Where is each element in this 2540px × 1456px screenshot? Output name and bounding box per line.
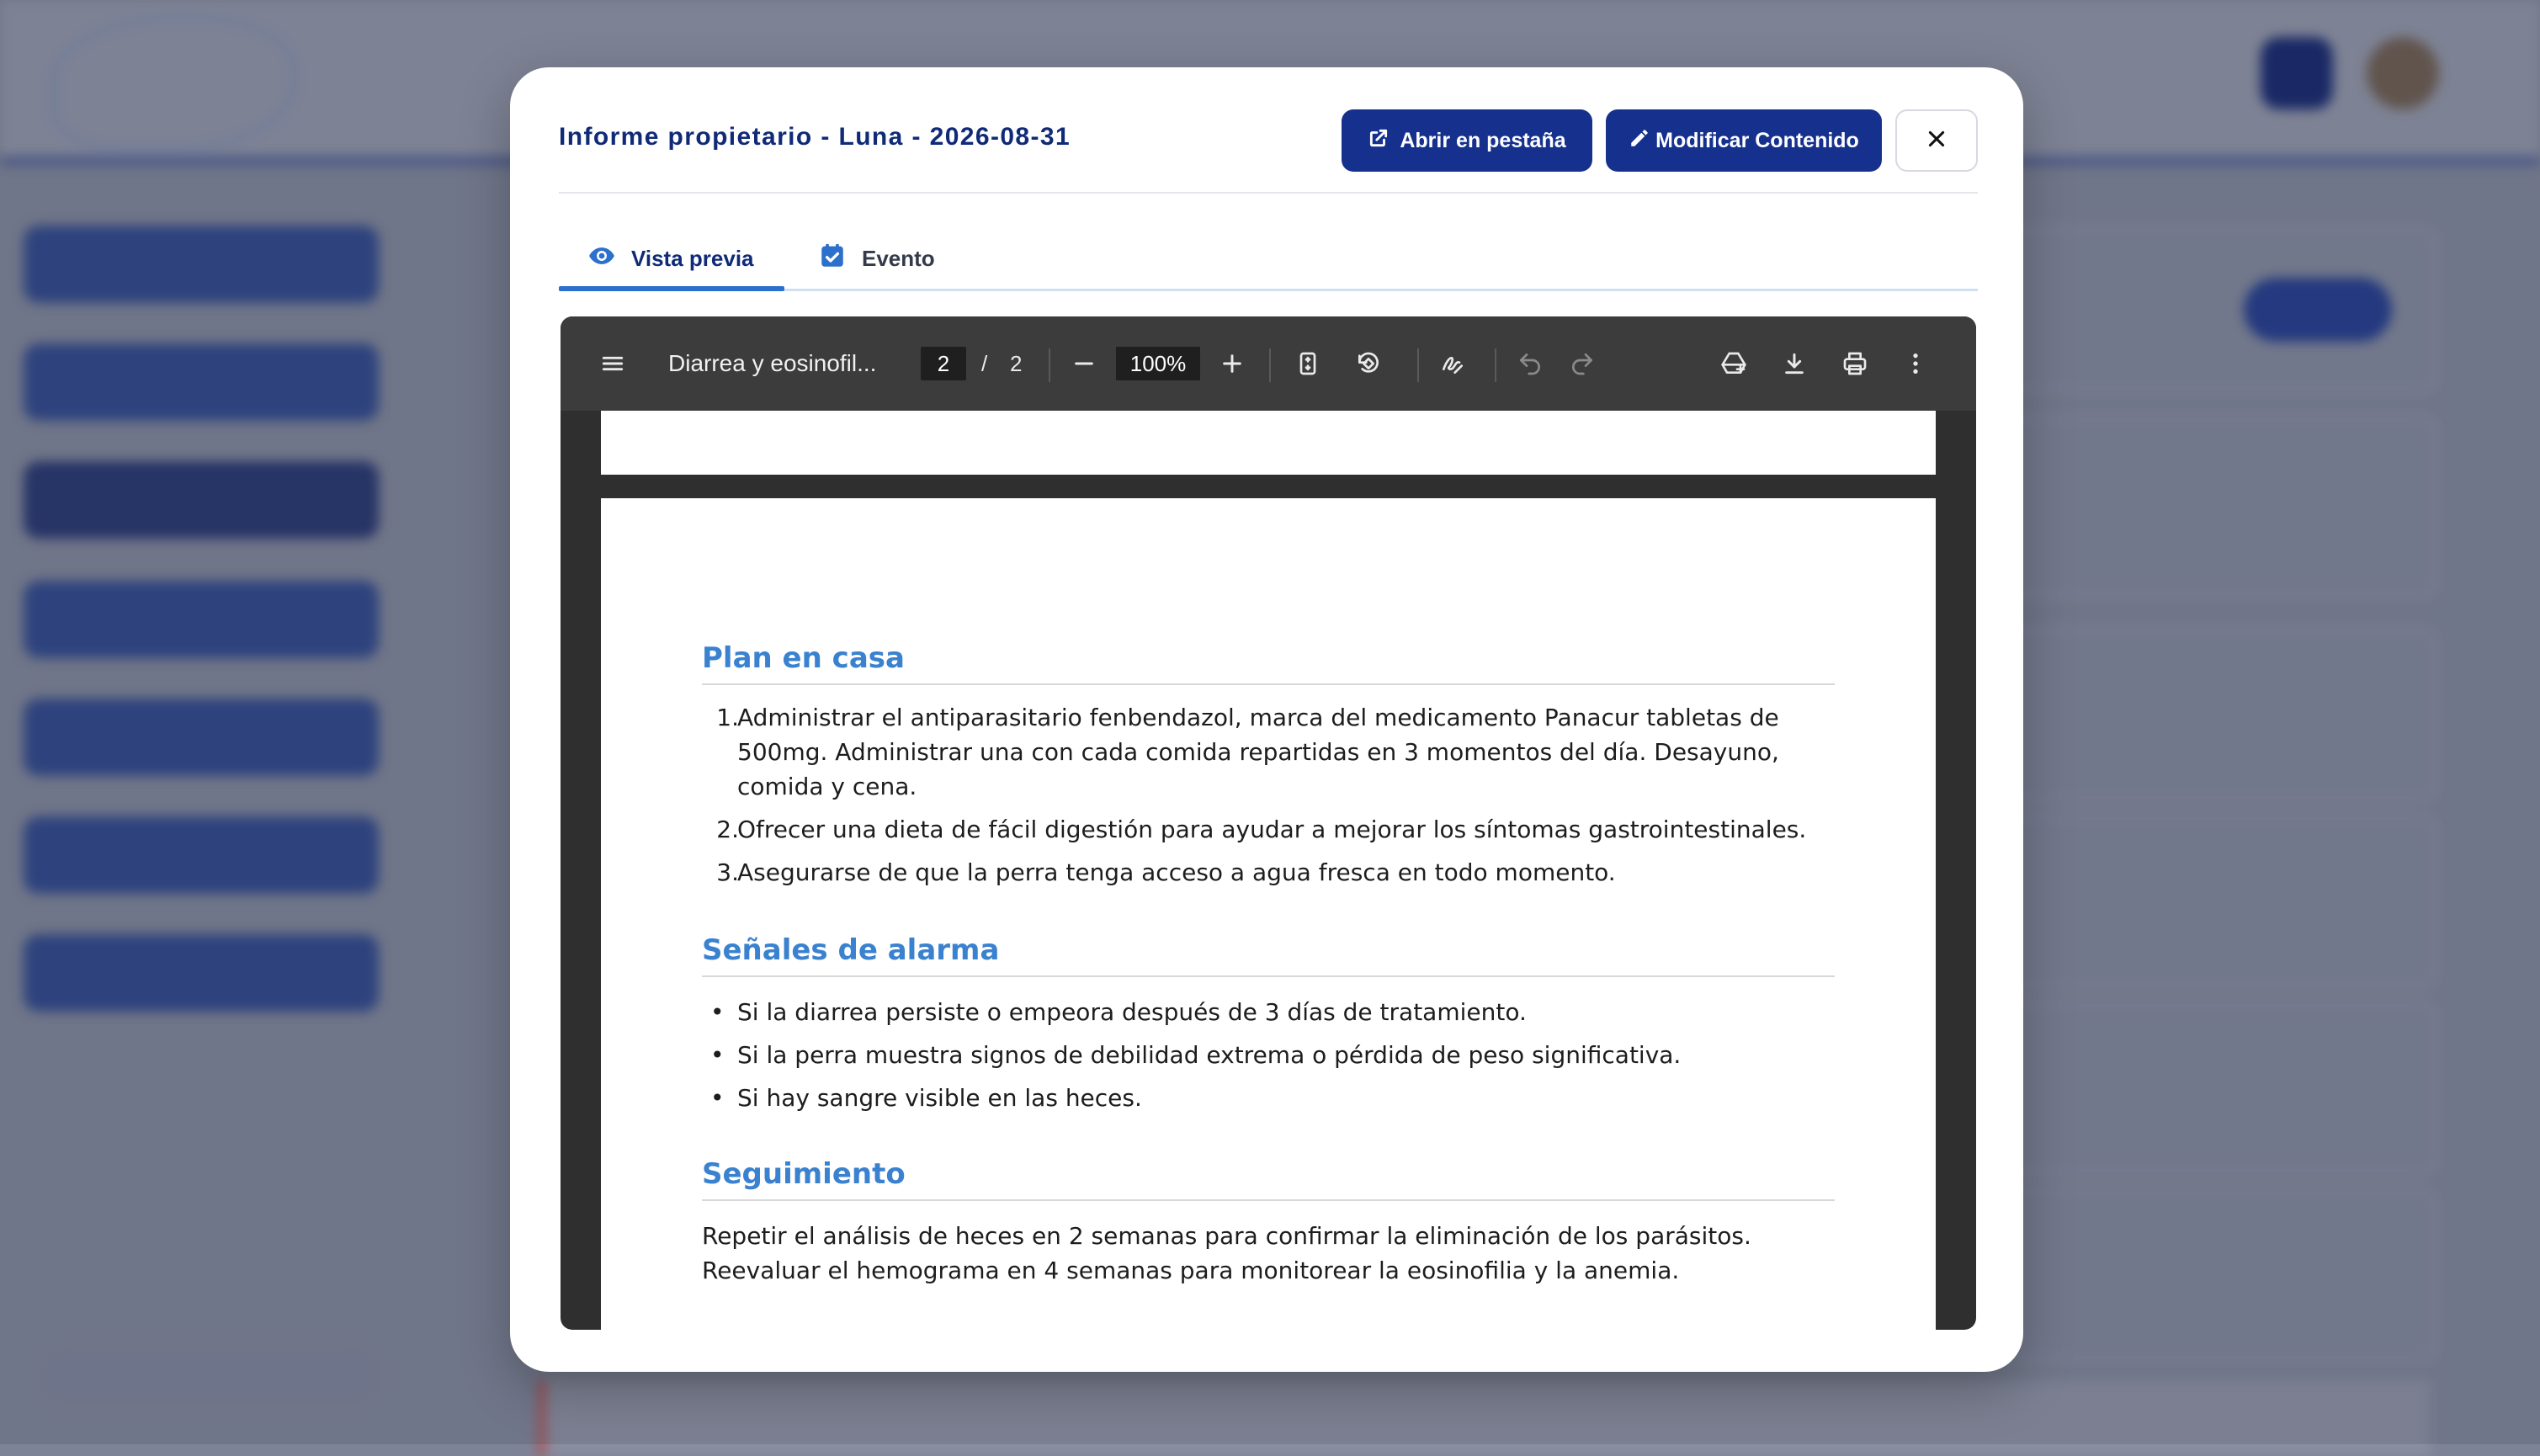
toolbar-separator bbox=[1269, 348, 1271, 382]
save-to-drive-icon[interactable] bbox=[1720, 345, 1747, 382]
toolbar-separator bbox=[1049, 348, 1050, 382]
alarm-item: Si hay sangre visible en las heces. bbox=[737, 1084, 1142, 1112]
toolbar-separator bbox=[1495, 348, 1496, 382]
followup-text: Reevaluar el hemograma en 4 semanas para… bbox=[702, 1257, 1680, 1284]
bullet: • bbox=[710, 1041, 725, 1069]
download-icon[interactable] bbox=[1781, 345, 1808, 382]
annotate-icon[interactable] bbox=[1439, 345, 1466, 382]
active-tab-indicator bbox=[559, 286, 784, 291]
alarm-item: Si la perra muestra signos de debilidad … bbox=[737, 1041, 1682, 1069]
plan-item-text: Ofrecer una dieta de fácil digestión par… bbox=[737, 816, 1807, 843]
plan-item-text: Administrar el antiparasitario fenbendaz… bbox=[737, 704, 1779, 731]
modal-title: Informe propietario - Luna - 2026-08-31 bbox=[559, 123, 1071, 151]
close-button[interactable] bbox=[1895, 109, 1978, 172]
zoom-input[interactable]: 100% bbox=[1116, 345, 1200, 382]
pdf-toolbar: Diarrea y eosinofil... 2 / 2 100% bbox=[561, 316, 1976, 411]
plan-item-number: 2. bbox=[716, 816, 739, 843]
tab-vista-previa-label: Vista previa bbox=[631, 245, 754, 271]
redo-icon[interactable] bbox=[1569, 345, 1596, 382]
pdf-viewer: Diarrea y eosinofil... 2 / 2 100% Plan e… bbox=[561, 316, 1976, 1330]
total-pages: 2 bbox=[1010, 350, 1023, 376]
edit-content-label: Modificar Contenido bbox=[1655, 128, 1859, 152]
calendar-check-icon bbox=[818, 242, 847, 276]
edit-content-button[interactable]: Modificar Contenido bbox=[1606, 109, 1882, 172]
alarm-heading: Señales de alarma bbox=[702, 933, 1000, 967]
alarm-item: Si la diarrea persiste o empeora después… bbox=[737, 998, 1527, 1026]
undo-icon[interactable] bbox=[1517, 345, 1544, 382]
followup-text: Repetir el análisis de heces en 2 semana… bbox=[702, 1222, 1751, 1250]
menu-icon[interactable] bbox=[599, 345, 626, 382]
section-rule bbox=[702, 683, 1835, 685]
pencil-icon bbox=[1629, 127, 1650, 155]
plan-item-text: 500mg. Administrar una con cada comida r… bbox=[737, 738, 1779, 766]
plan-heading: Plan en casa bbox=[702, 641, 905, 675]
pdf-document-title: Diarrea y eosinofil... bbox=[668, 350, 877, 376]
external-link-icon bbox=[1368, 127, 1390, 155]
pdf-page-2: Plan en casa 1. Administrar el antiparas… bbox=[601, 498, 1936, 1330]
header-divider bbox=[559, 192, 1978, 194]
page-number-input[interactable]: 2 bbox=[921, 345, 966, 382]
current-page[interactable]: 2 bbox=[921, 347, 966, 380]
page-separator: / bbox=[981, 350, 988, 376]
plan-item-number: 3. bbox=[716, 858, 739, 886]
pdf-page-1 bbox=[601, 411, 1936, 475]
plan-item-number: 1. bbox=[716, 704, 739, 731]
document-modal: Informe propietario - Luna - 2026-08-31 … bbox=[510, 67, 2023, 1372]
tab-evento[interactable]: Evento bbox=[818, 222, 935, 295]
zoom-in-icon[interactable] bbox=[1219, 345, 1246, 382]
section-rule bbox=[702, 1199, 1835, 1201]
plan-item-text: comida y cena. bbox=[737, 773, 917, 800]
print-icon[interactable] bbox=[1841, 345, 1868, 382]
zoom-level[interactable]: 100% bbox=[1116, 347, 1200, 380]
bullet: • bbox=[710, 998, 725, 1026]
tab-vista-previa[interactable]: Vista previa bbox=[587, 222, 754, 295]
section-rule bbox=[702, 975, 1835, 977]
bullet: • bbox=[710, 1084, 725, 1112]
toolbar-separator bbox=[1417, 348, 1419, 382]
fit-page-icon[interactable] bbox=[1294, 345, 1321, 382]
open-in-tab-label: Abrir en pestaña bbox=[1400, 128, 1566, 152]
zoom-out-icon[interactable] bbox=[1071, 345, 1097, 382]
plan-item-text: Asegurarse de que la perra tenga acceso … bbox=[737, 858, 1616, 886]
rotate-icon[interactable] bbox=[1355, 345, 1382, 382]
tab-evento-label: Evento bbox=[862, 245, 935, 271]
open-in-tab-button[interactable]: Abrir en pestaña bbox=[1342, 109, 1592, 172]
more-options-icon[interactable] bbox=[1902, 345, 1929, 382]
close-icon bbox=[1926, 128, 1948, 154]
eye-icon bbox=[587, 242, 616, 276]
followup-heading: Seguimiento bbox=[702, 1157, 906, 1191]
